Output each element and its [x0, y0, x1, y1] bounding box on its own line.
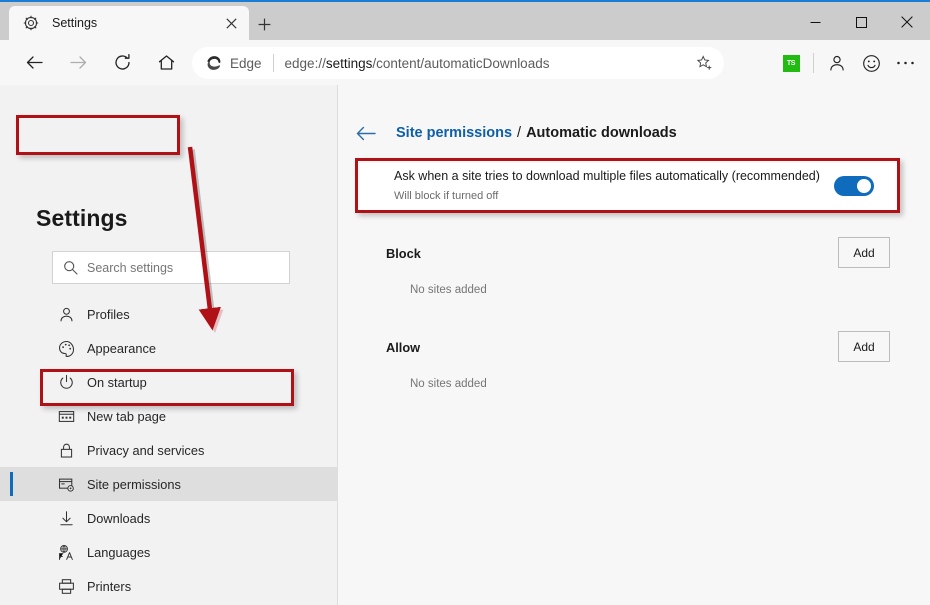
- gear-icon: [22, 15, 39, 32]
- maximize-icon[interactable]: [838, 4, 884, 40]
- person-icon: [56, 304, 76, 324]
- tab-title: Settings: [52, 16, 98, 30]
- toggle-row-texts: Ask when a site tries to download multip…: [394, 169, 820, 202]
- toggle-row-label: Ask when a site tries to download multip…: [394, 169, 820, 183]
- toggle-knob: [857, 179, 871, 193]
- back-arrow-icon[interactable]: [16, 45, 52, 81]
- star-add-icon[interactable]: [690, 49, 718, 77]
- sidebar-item-label: New tab page: [87, 408, 166, 424]
- block-empty-text: No sites added: [410, 284, 487, 296]
- sidebar-item-label: On startup: [87, 374, 147, 390]
- search-placeholder: Search settings: [87, 260, 174, 275]
- sidebar-item-profiles[interactable]: Profiles: [0, 297, 338, 331]
- sidebar-item-appearance[interactable]: Appearance: [0, 331, 338, 365]
- settings-main-content: Site permissions / Automatic downloads A…: [338, 85, 930, 605]
- newtabpage-icon: [56, 406, 76, 426]
- section-title: Block: [386, 246, 421, 261]
- section-title: Allow: [386, 340, 421, 355]
- settings-sidebar: Settings Search settings Profiles Appear…: [0, 85, 338, 605]
- settings-nav-list: Profiles Appearance On startup New tab p…: [0, 297, 338, 605]
- printer-icon: [56, 576, 76, 596]
- edge-logo-icon: Edge: [204, 54, 262, 73]
- browser-tab-settings[interactable]: Settings: [9, 6, 249, 40]
- allow-section-header: Allow Add: [386, 331, 890, 362]
- toggle-row-sublabel: Will block if turned off: [394, 190, 499, 202]
- site-permissions-icon: [56, 474, 76, 494]
- sidebar-item-label: Languages: [87, 544, 151, 560]
- minimize-icon[interactable]: [792, 4, 838, 40]
- add-block-site-button[interactable]: Add: [838, 237, 890, 268]
- download-icon: [56, 508, 76, 528]
- sidebar-item-printers[interactable]: Printers: [0, 569, 338, 603]
- lock-icon: [56, 440, 76, 460]
- block-section: Block Add No sites added: [386, 237, 890, 296]
- settings-page: Settings Search settings Profiles Appear…: [0, 85, 930, 605]
- sidebar-item-privacy-and-services[interactable]: Privacy and services: [0, 433, 338, 467]
- sidebar-item-label: Privacy and services: [87, 442, 205, 458]
- edge-browser-window: Settings Edge edge://settings/content/au…: [0, 0, 930, 605]
- sidebar-item-downloads[interactable]: Downloads: [0, 501, 338, 535]
- omnibox-divider: [272, 54, 274, 72]
- breadcrumb-separator: /: [517, 125, 522, 141]
- palette-icon: [56, 338, 76, 358]
- sidebar-item-new-tab-page[interactable]: New tab page: [0, 399, 338, 433]
- toolbar-right-actions: TS: [775, 47, 922, 79]
- person-icon[interactable]: [820, 47, 854, 79]
- page-title: Settings: [36, 205, 128, 231]
- sidebar-item-label: Site permissions: [87, 476, 181, 492]
- url-text[interactable]: edge://settings/content/automaticDownloa…: [285, 56, 690, 71]
- omnibox-brand-label: Edge: [230, 55, 262, 71]
- home-icon[interactable]: [148, 45, 184, 81]
- sidebar-item-label: Profiles: [87, 306, 130, 322]
- allow-section: Allow Add No sites added: [386, 331, 890, 390]
- breadcrumb-parent-link[interactable]: Site permissions: [396, 125, 512, 141]
- toolbar-divider: [813, 53, 814, 73]
- sidebar-item-label: Downloads: [87, 510, 151, 526]
- extension-badge-text: TS: [786, 59, 796, 67]
- refresh-icon[interactable]: [104, 45, 140, 81]
- automatic-downloads-toggle[interactable]: [834, 176, 874, 196]
- close-icon[interactable]: [218, 10, 244, 36]
- breadcrumb-current: Automatic downloads: [526, 125, 677, 141]
- ellipsis-icon[interactable]: [888, 47, 922, 79]
- power-icon: [56, 372, 76, 392]
- tab-strip: Settings: [0, 2, 930, 40]
- search-icon: [53, 260, 87, 275]
- languages-icon: [56, 542, 76, 562]
- block-section-header: Block Add: [386, 237, 890, 268]
- window-controls: [792, 4, 930, 40]
- sidebar-item-label: Printers: [87, 578, 132, 594]
- search-settings-input[interactable]: Search settings: [52, 251, 290, 284]
- breadcrumb: Site permissions / Automatic downloads: [354, 121, 677, 145]
- smiley-icon[interactable]: [854, 47, 888, 79]
- sidebar-item-languages[interactable]: Languages: [0, 535, 338, 569]
- forward-arrow-icon[interactable]: [60, 45, 96, 81]
- new-tab-button[interactable]: [249, 10, 279, 38]
- allow-empty-text: No sites added: [410, 378, 487, 390]
- sidebar-item-label: Appearance: [87, 340, 157, 356]
- sidebar-item-on-startup[interactable]: On startup: [0, 365, 338, 399]
- extension-badge: TS: [782, 54, 800, 72]
- extension-icon-ts[interactable]: TS: [775, 47, 807, 79]
- close-icon[interactable]: [884, 4, 930, 40]
- back-arrow-icon[interactable]: [354, 121, 378, 145]
- automatic-downloads-toggle-row[interactable]: Ask when a site tries to download multip…: [360, 163, 900, 211]
- add-allow-site-button[interactable]: Add: [838, 331, 890, 362]
- address-bar[interactable]: Edge edge://settings/content/automaticDo…: [192, 47, 724, 79]
- sidebar-item-site-permissions[interactable]: Site permissions: [0, 467, 338, 501]
